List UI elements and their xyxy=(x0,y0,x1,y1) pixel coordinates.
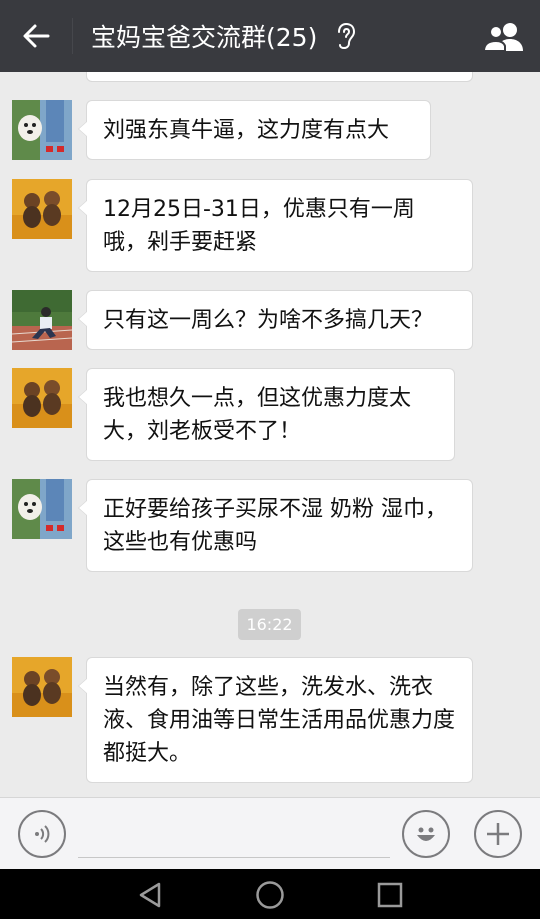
add-button[interactable] xyxy=(474,810,522,858)
system-home-button[interactable] xyxy=(252,877,288,913)
message-bubble[interactable]: 我也想久一点，但这优惠力度太大，刘老板受不了！ xyxy=(78,368,455,461)
previous-message-bubble[interactable] xyxy=(86,72,473,82)
avatar[interactable] xyxy=(12,290,72,350)
square-recents-icon xyxy=(377,882,403,908)
message-bubble[interactable]: 当然有，除了这些，洗发水、洗衣液、食用油等日常生活用品优惠力度都挺大。 xyxy=(78,657,473,783)
avatar[interactable] xyxy=(12,100,72,160)
plus-icon xyxy=(487,823,509,845)
group-members-icon xyxy=(483,23,523,51)
avatar[interactable] xyxy=(12,179,72,239)
triangle-back-icon xyxy=(139,882,161,908)
message-bubble[interactable]: 刘强东真牛逼，这力度有点大 xyxy=(78,100,431,160)
avatar[interactable] xyxy=(12,368,72,428)
arrow-left-icon xyxy=(23,24,50,48)
voice-icon xyxy=(35,825,50,843)
message-bubble[interactable]: 正好要给孩子买尿不湿 奶粉 湿巾，这些也有优惠吗 xyxy=(78,479,473,572)
emoji-button[interactable] xyxy=(402,810,450,858)
voice-button[interactable] xyxy=(18,810,66,858)
circle-home-icon xyxy=(256,881,284,909)
header-divider xyxy=(72,18,73,54)
emoji-icon xyxy=(417,827,435,841)
message-input[interactable] xyxy=(78,810,390,858)
group-members-button[interactable] xyxy=(482,14,526,58)
message-bubble[interactable]: 只有这一周么？为啥不多搞几天？ xyxy=(78,290,473,350)
system-recents-button[interactable] xyxy=(372,877,408,913)
ear-icon xyxy=(335,22,357,50)
system-nav-bar xyxy=(0,869,540,919)
avatar[interactable] xyxy=(12,657,72,717)
timestamp: 16:22 xyxy=(238,609,301,640)
back-button[interactable] xyxy=(0,0,72,72)
message-bubble[interactable]: 12月25日-31日，优惠只有一周哦，剁手要赶紧 xyxy=(78,179,473,272)
message-list[interactable]: 刘强东真牛逼，这力度有点大 12月25日-31日，优惠只有一周哦，剁手要赶紧 只… xyxy=(0,72,540,797)
input-bar xyxy=(0,797,540,869)
system-back-button[interactable] xyxy=(132,877,168,913)
chat-title: 宝妈宝爸交流群(25) xyxy=(91,23,318,52)
avatar[interactable] xyxy=(12,479,72,539)
chat-header: 宝妈宝爸交流群(25) xyxy=(0,0,540,72)
